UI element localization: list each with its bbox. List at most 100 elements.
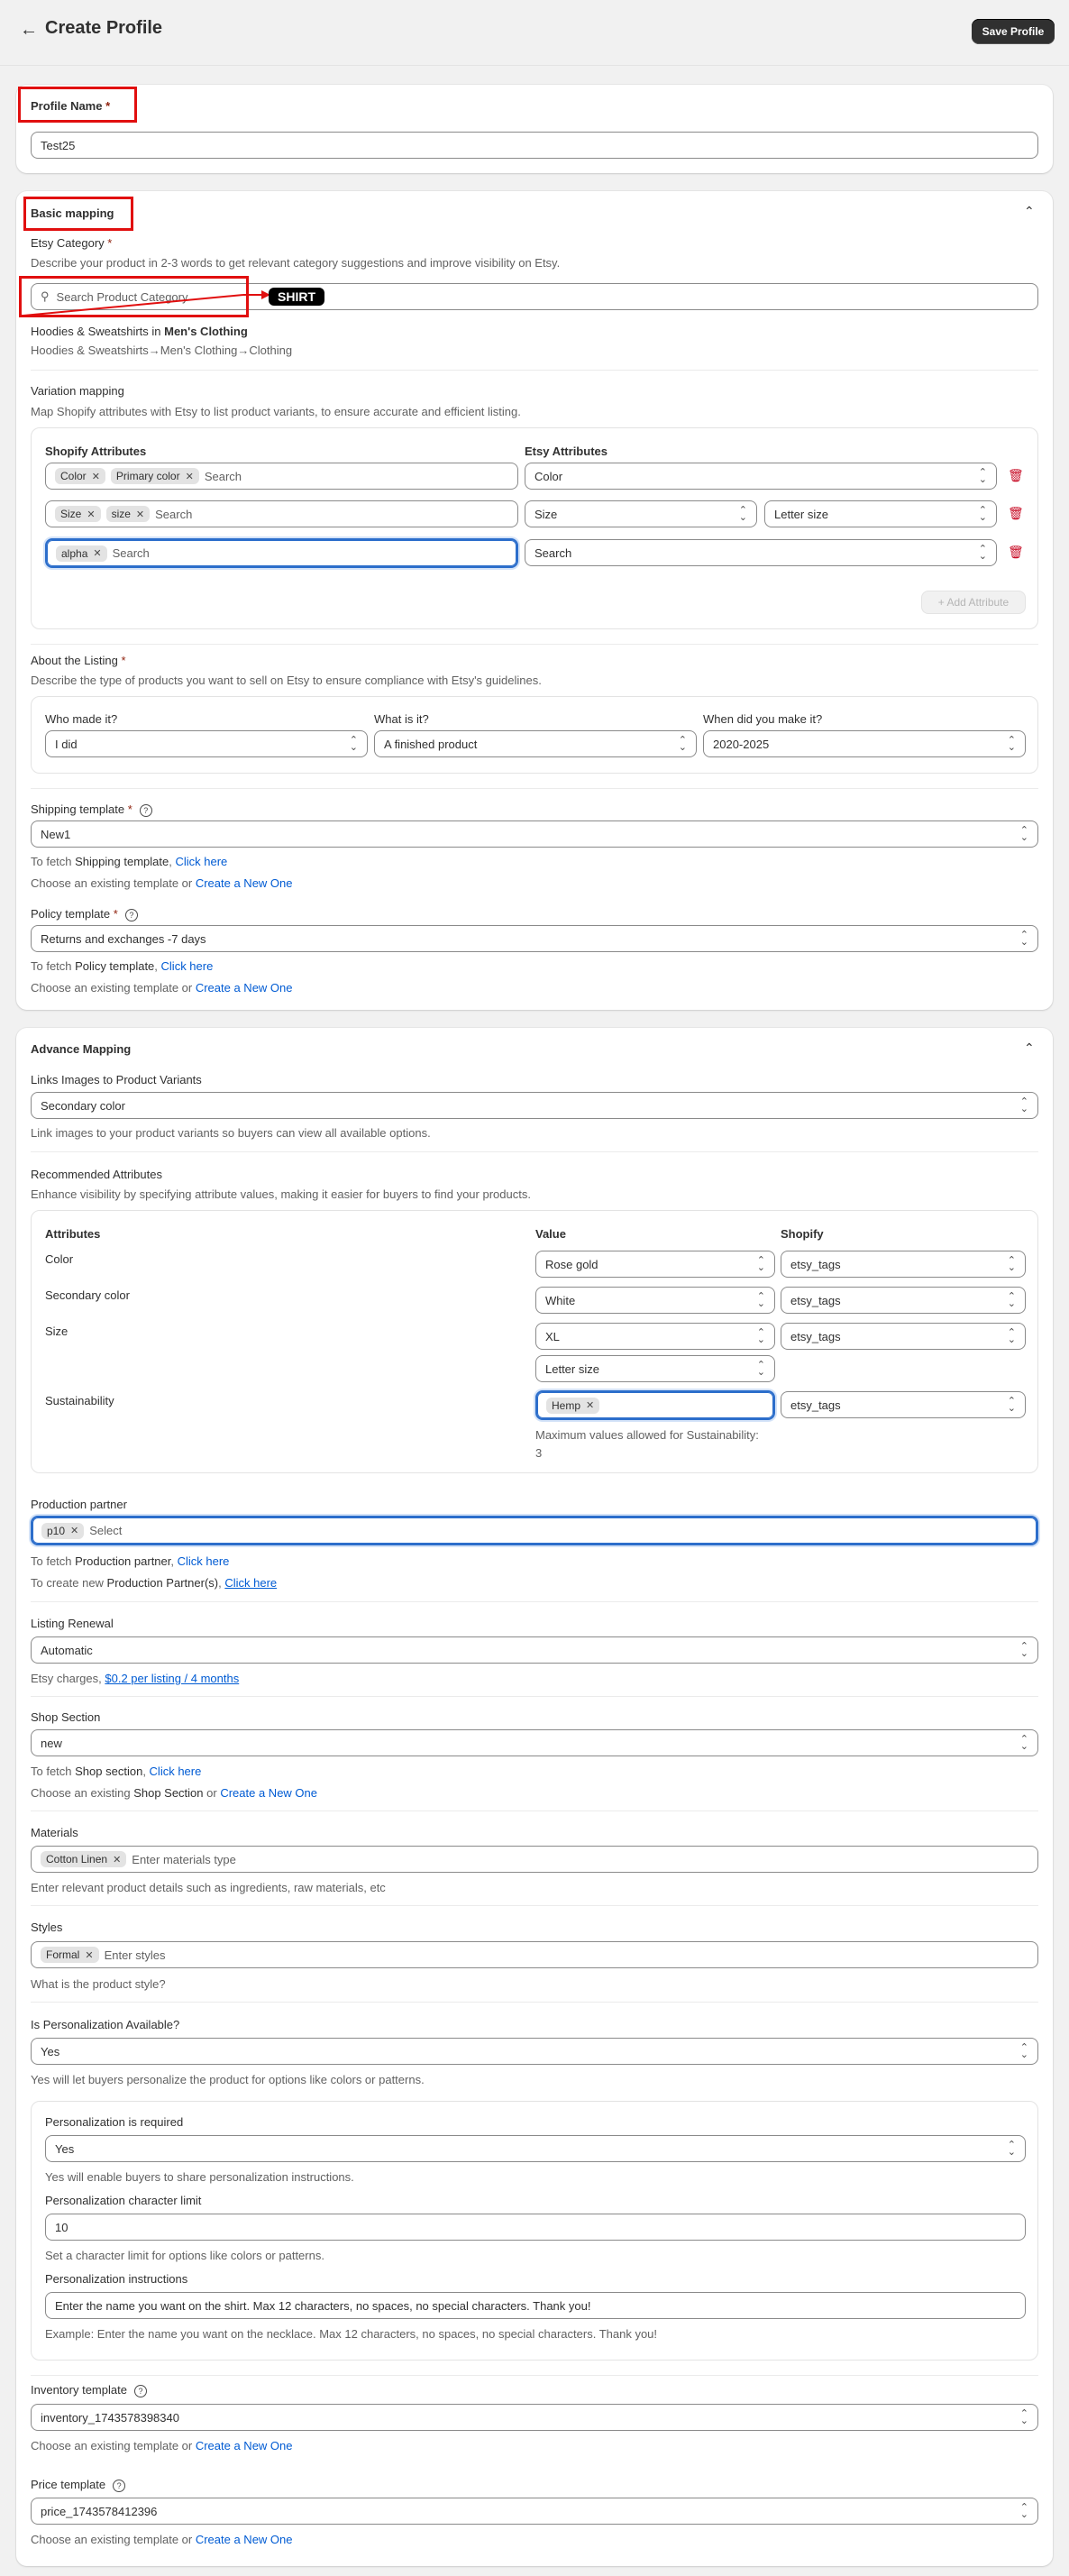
attribute-value-select[interactable]: XL ⌃ ⌄ [535, 1323, 775, 1350]
delete-trash-icon[interactable]: 🗑 [1008, 506, 1024, 521]
attribute-value-select[interactable]: Rose gold ⌃ ⌄ [535, 1251, 775, 1278]
fetch-shop-text: To fetch Shop section, Click here [31, 1765, 202, 1778]
when-made-select[interactable]: 2020-2025 ⌃ ⌄ [703, 730, 1026, 757]
personalization-required-label: Personalization is required [45, 2115, 184, 2129]
materials-input[interactable]: Cotton Linen ✕ Enter materials type [31, 1846, 1038, 1873]
instructions-input[interactable]: Enter the name you want on the shirt. Ma… [45, 2292, 1026, 2319]
inventory-template-select[interactable]: inventory_1743578398340 ⌃ ⌄ [31, 2404, 1038, 2431]
character-limit-label: Personalization character limit [45, 2194, 202, 2207]
charges-link[interactable]: $0.2 per listing / 4 months [105, 1672, 239, 1685]
remove-tag-icon[interactable]: ✕ [93, 547, 101, 559]
create-shop-link[interactable]: Create a New One [220, 1786, 317, 1800]
etsy-attribute-select[interactable]: Color ⌃ ⌄ [525, 463, 997, 490]
shipping-template-label: Shipping template *? [31, 802, 152, 817]
price-template-label: Price template? [31, 2478, 126, 2492]
who-made-select[interactable]: I did ⌃ ⌄ [45, 730, 368, 757]
choose-policy-text: Choose an existing template or Create a … [31, 981, 293, 995]
shop-section-label: Shop Section [31, 1710, 101, 1724]
remove-tag-icon[interactable]: ✕ [87, 509, 95, 520]
attribute-value-multiselect[interactable]: Hemp ✕ [535, 1390, 775, 1420]
back-arrow-icon[interactable]: ← [20, 20, 38, 41]
remove-tag-icon[interactable]: ✕ [186, 471, 194, 482]
create-price-link[interactable]: Create a New One [196, 2533, 293, 2546]
shopify-source-select[interactable]: etsy_tags ⌃ ⌄ [781, 1323, 1026, 1350]
policy-template-select[interactable]: Returns and exchanges -7 days ⌃ ⌄ [31, 925, 1038, 952]
attribute-tag: Hemp ✕ [546, 1397, 600, 1414]
select-arrows-icon: ⌃ ⌄ [1019, 1096, 1028, 1114]
category-result[interactable]: Hoodies & Sweatshirts in Men's Clothing [31, 325, 248, 338]
shopify-attribute-input[interactable]: Size ✕ size ✕ Search [45, 500, 518, 527]
divider [31, 1601, 1038, 1602]
delete-trash-icon[interactable]: 🗑 [1008, 468, 1024, 483]
shopify-attribute-input[interactable]: alpha ✕ Search [45, 538, 518, 568]
about-listing-title: About the Listing * [31, 654, 126, 667]
remove-tag-icon[interactable]: ✕ [113, 1854, 121, 1866]
fetch-shipping-link[interactable]: Click here [175, 855, 227, 868]
shopify-source-select[interactable]: etsy_tags ⌃ ⌄ [781, 1251, 1026, 1278]
personalization-help: Yes will let buyers personalize the prod… [31, 2073, 425, 2086]
etsy-attribute-select[interactable]: Search ⌃ ⌄ [525, 539, 997, 566]
help-question-icon[interactable]: ? [113, 2479, 126, 2492]
links-images-select[interactable]: Secondary color ⌃ ⌄ [31, 1092, 1038, 1119]
create-partner-text: To create new Production Partner(s), Cli… [31, 1576, 278, 1590]
remove-tag-icon[interactable]: ✕ [586, 1399, 594, 1411]
category-path: Hoodies & Sweatshirts→Men's Clothing→Clo… [31, 344, 293, 357]
select-arrows-icon: ⌃ ⌄ [1007, 1255, 1016, 1273]
shopify-source-select[interactable]: etsy_tags ⌃ ⌄ [781, 1287, 1026, 1314]
listing-renewal-select[interactable]: Automatic ⌃ ⌄ [31, 1636, 1038, 1664]
create-inventory-link[interactable]: Create a New One [196, 2439, 293, 2452]
choose-shop-text: Choose an existing Shop Section or Creat… [31, 1786, 317, 1800]
links-images-help: Link images to your product variants so … [31, 1126, 431, 1140]
etsy-scale-select[interactable]: Letter size ⌃ ⌄ [764, 500, 997, 527]
remove-tag-icon[interactable]: ✕ [85, 1949, 93, 1961]
create-policy-link[interactable]: Create a New One [196, 981, 293, 995]
help-question-icon[interactable]: ? [133, 2384, 147, 2397]
shop-section-select[interactable]: new ⌃ ⌄ [31, 1729, 1038, 1756]
personalization-select[interactable]: Yes ⌃ ⌄ [31, 2038, 1038, 2065]
attribute-value-select[interactable]: White ⌃ ⌄ [535, 1287, 775, 1314]
collapse-chevron-icon[interactable]: ⌃ [1024, 204, 1035, 219]
etsy-attributes-header: Etsy Attributes [525, 445, 608, 458]
price-template-select[interactable]: price_1743578412396 ⌃ ⌄ [31, 2498, 1038, 2525]
remove-tag-icon[interactable]: ✕ [136, 509, 144, 520]
shipping-template-select[interactable]: New1 ⌃ ⌄ [31, 820, 1038, 848]
help-question-icon[interactable]: ? [139, 803, 152, 817]
create-shipping-link[interactable]: Create a New One [196, 876, 293, 890]
personalization-box: Personalization is required Yes ⌃ ⌄ Yes wi… [31, 2101, 1038, 2361]
delete-trash-icon[interactable]: 🗑 [1008, 545, 1024, 560]
shopify-source-select[interactable]: etsy_tags ⌃ ⌄ [781, 1391, 1026, 1418]
styles-input[interactable]: Formal ✕ Enter styles [31, 1941, 1038, 1968]
fetch-policy-text: To fetch Policy template, Click here [31, 959, 214, 973]
about-listing-box: Who made it? I did ⌃ ⌄ What is it? A finis… [31, 696, 1038, 774]
personalization-required-select[interactable]: Yes ⌃ ⌄ [45, 2135, 1026, 2162]
basic-mapping-title: Basic mapping [31, 206, 114, 220]
divider [31, 2002, 1038, 2003]
variation-mapping-help: Map Shopify attributes with Etsy to list… [31, 405, 521, 418]
help-question-icon[interactable]: ? [124, 908, 138, 921]
fetch-shop-link[interactable]: Click here [150, 1765, 202, 1778]
production-partner-input[interactable]: p10 ✕ Select [31, 1516, 1038, 1545]
etsy-attribute-select[interactable]: Size ⌃ ⌄ [525, 500, 757, 527]
fetch-partner-link[interactable]: Click here [178, 1554, 230, 1568]
attribute-tag: size ✕ [105, 506, 151, 522]
create-partner-link[interactable]: Click here [224, 1576, 277, 1590]
who-made-label: Who made it? [45, 712, 118, 726]
advance-mapping-card: Advance Mapping ⌃ Links Images to Produc… [16, 1028, 1053, 2566]
listing-renewal-label: Listing Renewal [31, 1617, 114, 1630]
profile-name-input[interactable]: Test25 [31, 132, 1038, 159]
remove-tag-icon[interactable]: ✕ [70, 1525, 78, 1536]
value-column-header: Value [535, 1227, 566, 1241]
partner-tag: p10 ✕ [41, 1522, 85, 1539]
attribute-scale-select[interactable]: Letter size ⌃ ⌄ [535, 1355, 775, 1382]
fetch-policy-link[interactable]: Click here [161, 959, 214, 973]
what-is-it-select[interactable]: A finished product ⌃ ⌄ [374, 730, 697, 757]
shopify-column-header: Shopify [781, 1227, 824, 1241]
add-attribute-button[interactable]: + Add Attribute [921, 591, 1026, 614]
remove-tag-icon[interactable]: ✕ [92, 471, 100, 482]
collapse-chevron-icon[interactable]: ⌃ [1024, 1040, 1035, 1056]
shopify-attribute-input[interactable]: Color ✕ Primary color ✕ Search [45, 463, 518, 490]
profile-name-label: Profile Name * [31, 99, 111, 113]
character-limit-input[interactable]: 10 [45, 2214, 1026, 2241]
save-profile-button[interactable]: Save Profile [972, 19, 1055, 44]
profile-name-card: Profile Name * Test25 [16, 85, 1053, 173]
